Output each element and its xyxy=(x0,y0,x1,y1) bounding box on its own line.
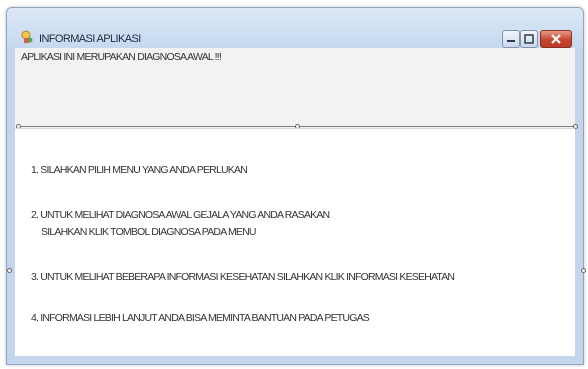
resize-handle-panel-right[interactable] xyxy=(581,268,586,273)
instruction-item: 4. INFORMASI LEBIH LANJUT ANDA BISA MEMI… xyxy=(31,312,370,324)
resize-handle-panel-left[interactable] xyxy=(7,268,12,273)
instruction-item-continuation: SILAHKAN KLIK TOMBOL DIAGNOSA PADA MENU xyxy=(41,226,256,238)
maximize-button[interactable] xyxy=(520,30,538,48)
close-button[interactable] xyxy=(540,30,572,48)
minimize-button[interactable] xyxy=(502,30,520,48)
instruction-item: 3. UNTUK MELIHAT BEBERAPA INFORMASI KESE… xyxy=(31,271,455,283)
instruction-panel: 1. SILAHKAN PILIH MENU YANG ANDA PERLUKA… xyxy=(15,128,575,360)
window-title: INFORMASI APLIKASI xyxy=(39,33,141,45)
instruction-item: 1. SILAHKAN PILIH MENU YANG ANDA PERLUKA… xyxy=(31,164,248,176)
title-bar[interactable]: INFORMASI APLIKASI xyxy=(7,8,583,48)
close-icon xyxy=(551,34,561,44)
app-icon xyxy=(21,30,33,43)
application-window: INFORMASI APLIKASI APLIKASI INI MERUPAKA… xyxy=(6,7,586,365)
maximize-icon xyxy=(524,34,534,44)
window-bottom-border xyxy=(7,356,583,364)
instruction-item: 2. UNTUK MELIHAT DIAGNOSA AWAL GEJALA YA… xyxy=(31,209,330,221)
minimize-icon xyxy=(507,40,515,42)
header-text: APLIKASI INI MERUPAKAN DIAGNOSA AWAL !!! xyxy=(21,51,222,63)
